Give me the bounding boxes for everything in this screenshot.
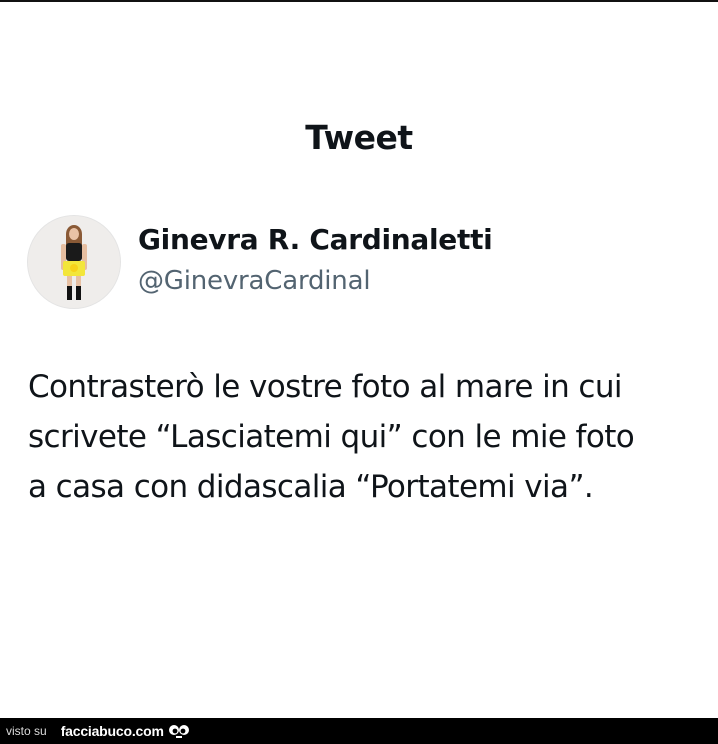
tweet-text-line: Contrasterò le vostre foto al mare in cu… — [28, 369, 622, 405]
footer-site-link[interactable]: facciabuco.com — [61, 723, 164, 739]
page-title: Tweet — [305, 118, 413, 157]
top-divider — [0, 0, 718, 2]
avatar[interactable] — [27, 215, 121, 309]
watermark-footer: visto su facciabuco.com — [0, 718, 718, 744]
tweet-text-line: scrivete “Lasciatemi qui” con le mie fot… — [28, 419, 635, 455]
tweet-screenshot: Tweet Ginevra R. Cardinaletti @GinevraCa… — [0, 0, 718, 744]
tweet-text: Contrasterò le vostre foto al mare in cu… — [28, 362, 698, 512]
author-handle[interactable]: @GinevraCardinal — [138, 266, 371, 296]
profile-photo-icon — [28, 216, 120, 308]
tweet-text-line: a casa con didascalia “Portatemi via”. — [28, 469, 594, 505]
eyes-icon — [168, 723, 190, 739]
footer-visto-su: visto su — [6, 724, 47, 738]
author-display-name[interactable]: Ginevra R. Cardinaletti — [138, 223, 493, 256]
